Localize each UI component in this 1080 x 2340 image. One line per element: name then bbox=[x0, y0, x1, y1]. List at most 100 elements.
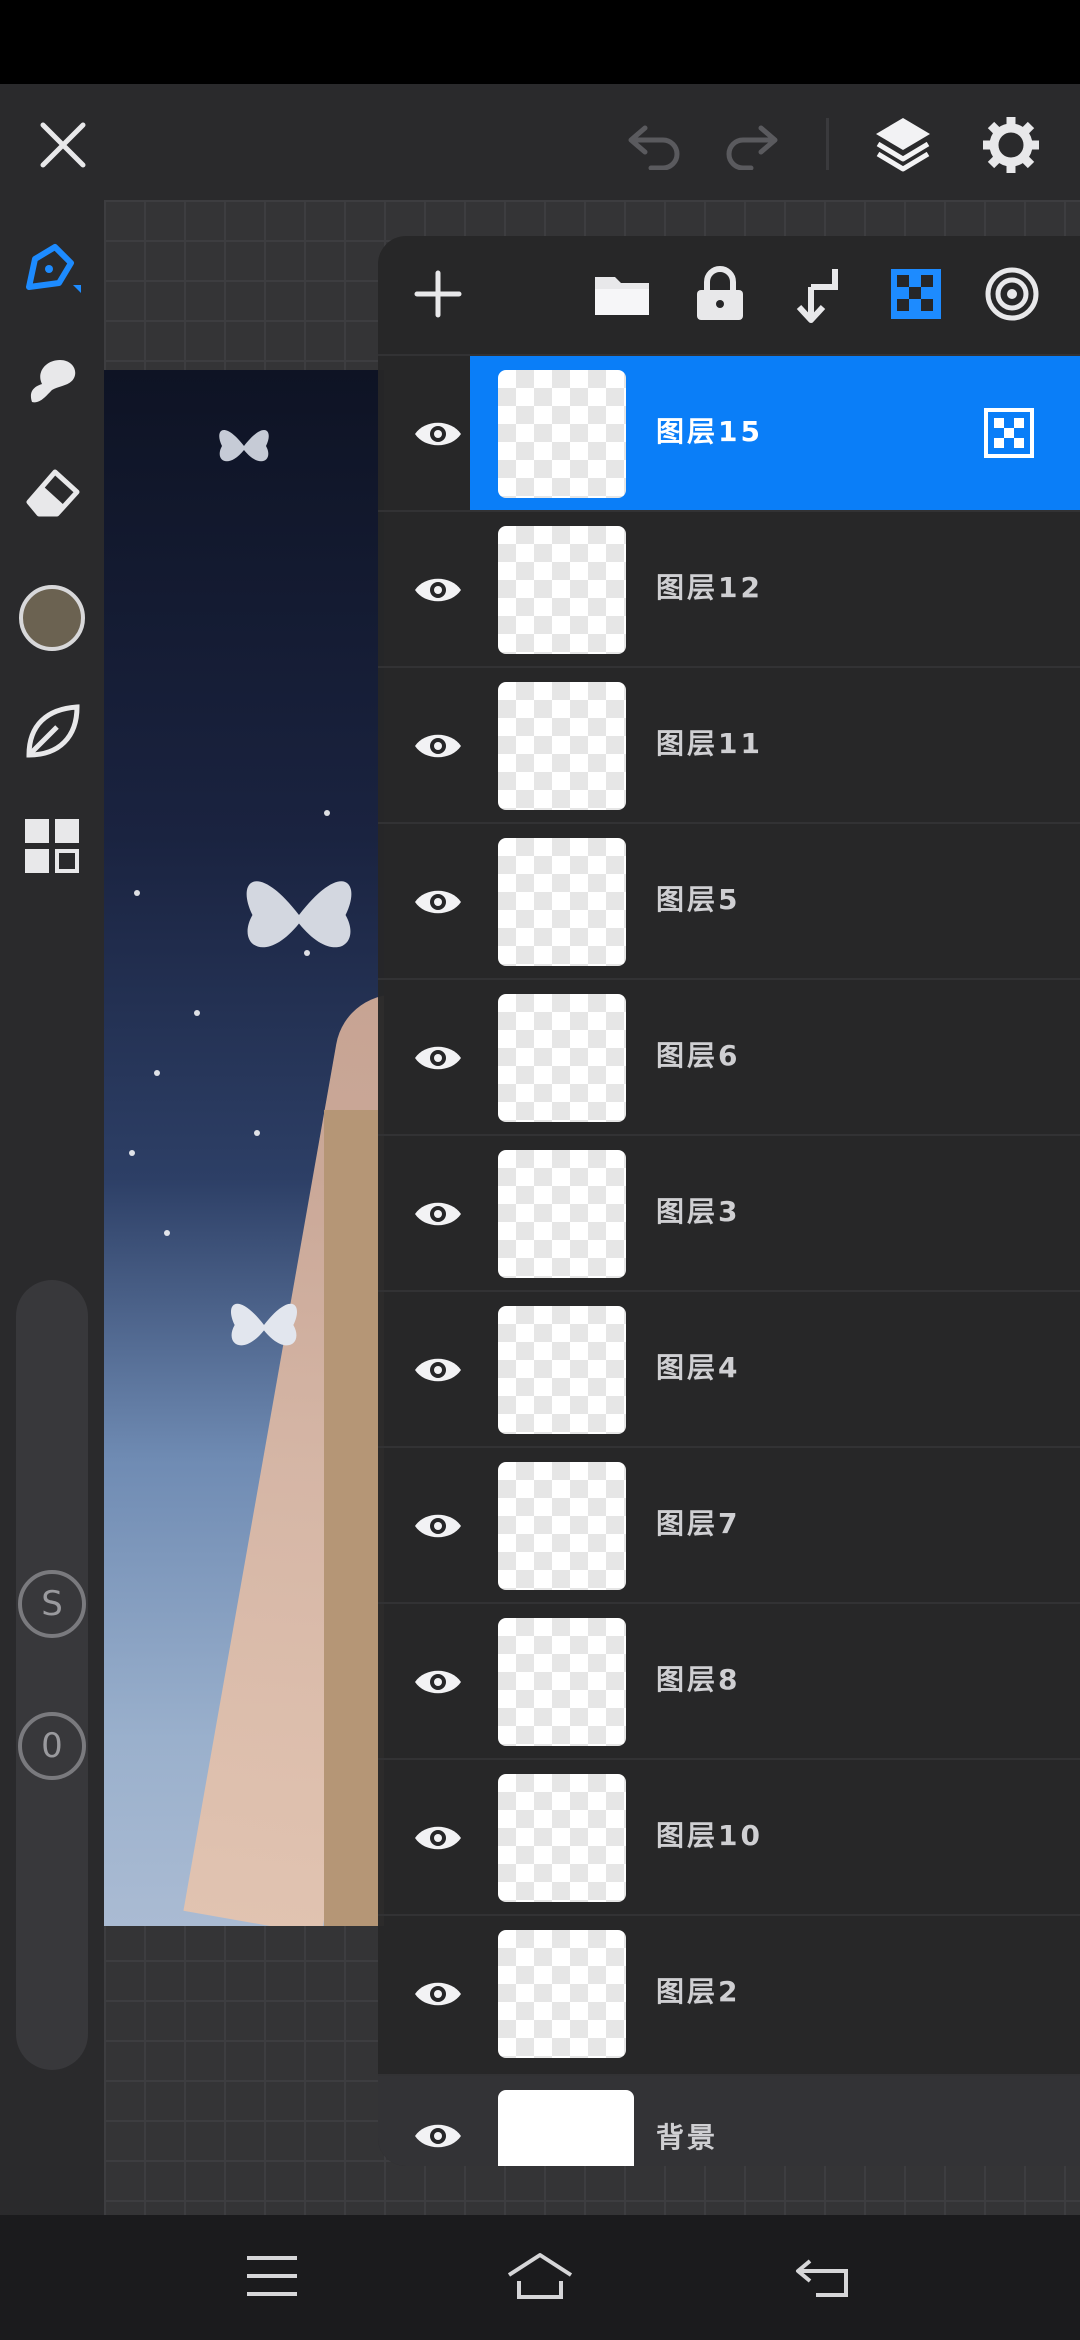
layers-panel: 图层15 图层12 图层11 图层5 图层6 图层3 图层4 图层7 图层8 图层10 图层2 背景 bbox=[378, 236, 1080, 2166]
layer-thumbnail[interactable] bbox=[498, 1150, 626, 1278]
layer-name: 背景 bbox=[656, 2121, 719, 2154]
star-dot bbox=[304, 950, 310, 956]
layer-thumbnail[interactable] bbox=[498, 682, 626, 810]
layer-name: 图层15 bbox=[656, 415, 763, 448]
leaf-icon bbox=[26, 704, 80, 758]
grid-tool[interactable] bbox=[14, 808, 90, 884]
layer-row[interactable]: 图层3 bbox=[378, 1134, 1080, 1290]
color-swatch-circle bbox=[19, 585, 85, 651]
layer-row[interactable]: 图层7 bbox=[378, 1446, 1080, 1602]
layer-thumbnail[interactable] bbox=[498, 526, 626, 654]
merge-down-icon bbox=[796, 269, 838, 323]
folder-button[interactable] bbox=[588, 260, 656, 328]
star-dot bbox=[324, 810, 330, 816]
layer-thumbnail[interactable] bbox=[498, 1618, 626, 1746]
alpha-lock-button[interactable] bbox=[882, 260, 950, 328]
star-dot bbox=[154, 1070, 160, 1076]
status-bar bbox=[0, 0, 1080, 84]
layer-thumbnail[interactable] bbox=[498, 1462, 626, 1590]
eye-icon[interactable] bbox=[398, 1176, 478, 1252]
blend-mode-button[interactable] bbox=[978, 260, 1046, 328]
left-toolbar: S 0 bbox=[0, 200, 104, 2215]
smudge-icon bbox=[30, 360, 76, 403]
lock-icon bbox=[697, 266, 743, 320]
star-dot bbox=[129, 1150, 135, 1156]
layer-name: 图层12 bbox=[656, 571, 763, 604]
system-nav-bar bbox=[0, 2215, 1080, 2340]
eye-icon[interactable] bbox=[398, 1644, 478, 1720]
brush-size-slider[interactable] bbox=[16, 1280, 88, 2070]
layer-name: 图层7 bbox=[656, 1507, 741, 1540]
eraser-icon bbox=[26, 469, 80, 517]
layer-thumbnail[interactable] bbox=[498, 838, 626, 966]
layer-name: 图层10 bbox=[656, 1819, 763, 1852]
eye-icon[interactable] bbox=[398, 1020, 478, 1096]
back-icon[interactable] bbox=[784, 2241, 864, 2311]
redo-icon[interactable] bbox=[716, 110, 786, 180]
layer-row[interactable]: 图层15 bbox=[378, 354, 1080, 512]
layer-row[interactable]: 图层8 bbox=[378, 1602, 1080, 1758]
layer-row[interactable]: 图层12 bbox=[378, 510, 1080, 666]
layer-name: 图层5 bbox=[656, 883, 741, 916]
layer-row[interactable]: 图层10 bbox=[378, 1758, 1080, 1914]
menu-icon[interactable] bbox=[232, 2241, 312, 2311]
blend-icon bbox=[985, 267, 1039, 321]
alpha-lock-icon[interactable] bbox=[984, 408, 1034, 458]
lock-button[interactable] bbox=[686, 260, 754, 328]
layer-row[interactable]: 图层6 bbox=[378, 978, 1080, 1134]
layer-row[interactable]: 图层5 bbox=[378, 822, 1080, 978]
layer-name: 图层2 bbox=[656, 1975, 741, 2008]
eye-icon[interactable] bbox=[398, 1956, 478, 2032]
home-icon[interactable] bbox=[500, 2241, 580, 2311]
eye-icon[interactable] bbox=[398, 708, 478, 784]
layer-thumbnail[interactable] bbox=[498, 994, 626, 1122]
layer-name: 图层3 bbox=[656, 1195, 741, 1228]
figure-dress bbox=[324, 1110, 384, 1926]
layer-row[interactable]: 图层4 bbox=[378, 1290, 1080, 1446]
layers-panel-header bbox=[378, 236, 1080, 354]
opacity-button[interactable]: 0 bbox=[18, 1712, 86, 1780]
star-dot bbox=[164, 1230, 170, 1236]
layer-thumbnail[interactable] bbox=[498, 2090, 634, 2166]
layer-name: 图层4 bbox=[656, 1351, 741, 1384]
size-button[interactable]: S bbox=[18, 1570, 86, 1638]
eye-icon[interactable] bbox=[398, 552, 478, 628]
butterfly-icon bbox=[230, 1303, 298, 1346]
layer-thumbnail[interactable] bbox=[498, 1774, 626, 1902]
eye-icon[interactable] bbox=[398, 1488, 478, 1564]
pencil-icon bbox=[26, 244, 81, 293]
eraser-tool[interactable] bbox=[14, 454, 90, 530]
merge-down-button[interactable] bbox=[784, 260, 852, 328]
folder-icon bbox=[595, 277, 649, 315]
layers-icon[interactable] bbox=[868, 110, 938, 180]
eye-icon[interactable] bbox=[398, 2098, 478, 2166]
star-dot bbox=[134, 890, 140, 896]
opacity-label: 0 bbox=[41, 1726, 63, 1766]
smudge-tool[interactable] bbox=[14, 342, 90, 418]
grid-icon bbox=[25, 819, 79, 873]
artwork[interactable] bbox=[104, 370, 384, 1926]
layer-row[interactable]: 图层2 bbox=[378, 1914, 1080, 2070]
undo-icon[interactable] bbox=[620, 110, 690, 180]
eye-icon[interactable] bbox=[398, 396, 478, 472]
layer-thumbnail[interactable] bbox=[498, 1930, 626, 2058]
layer-thumbnail[interactable] bbox=[498, 370, 626, 498]
layer-name: 图层6 bbox=[656, 1039, 741, 1072]
star-dot bbox=[194, 1010, 200, 1016]
star-dot bbox=[254, 1130, 260, 1136]
layer-row[interactable]: 图层11 bbox=[378, 666, 1080, 822]
close-icon[interactable] bbox=[28, 110, 98, 180]
color-swatch[interactable] bbox=[14, 580, 90, 656]
leaf-tool[interactable] bbox=[14, 694, 90, 770]
add-icon bbox=[414, 270, 462, 318]
layer-thumbnail[interactable] bbox=[498, 1306, 626, 1434]
add-layer-button[interactable] bbox=[404, 260, 472, 328]
size-label: S bbox=[41, 1584, 63, 1624]
pencil-tool[interactable] bbox=[14, 230, 90, 306]
eye-icon[interactable] bbox=[398, 1800, 478, 1876]
background-layer-row[interactable]: 背景 bbox=[378, 2074, 1080, 2166]
eye-icon[interactable] bbox=[398, 864, 478, 940]
layer-name: 图层8 bbox=[656, 1663, 741, 1696]
gear-icon[interactable] bbox=[976, 110, 1046, 180]
eye-icon[interactable] bbox=[398, 1332, 478, 1408]
